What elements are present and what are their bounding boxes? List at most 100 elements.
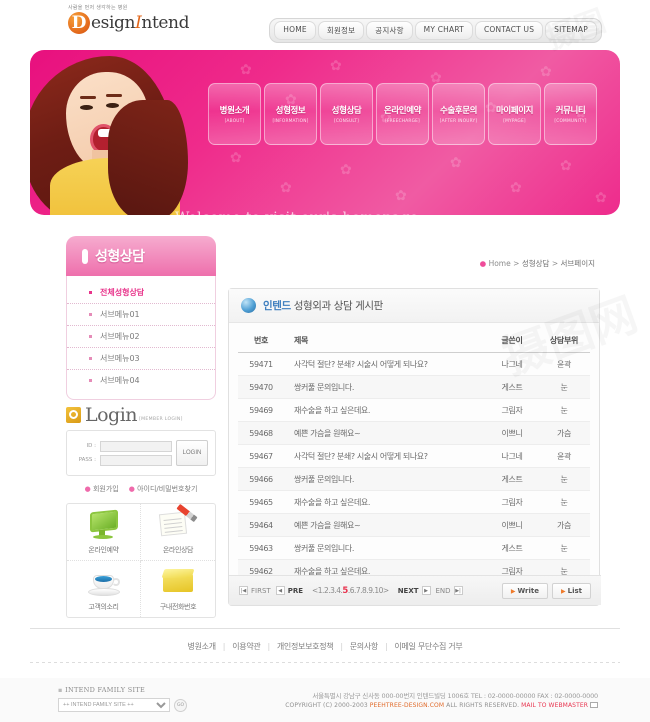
copyright-prefix: COPYRIGHT (C) 2000-2003 <box>285 702 370 709</box>
card-box-icon <box>158 566 198 598</box>
sidebar-menu: 전체성형상담 서브메뉴01 서브메뉴02 서브메뉴03 서브메뉴04 <box>66 276 216 400</box>
family-site-select[interactable]: ++ INTEND FAMILY SITE ++ <box>58 698 170 712</box>
copyright-site[interactable]: PEEHTREE-DESIGN.COM <box>370 702 444 709</box>
table-row[interactable]: 59469 재수술을 하고 싶은데요. 그림자 눈 <box>238 398 590 422</box>
login-id-input[interactable] <box>100 440 172 452</box>
mainnav-item-reservation[interactable]: 온라인예약 [FREECHARGE] <box>376 83 429 145</box>
row-no: 59469 <box>238 398 284 422</box>
model-photo <box>30 50 215 215</box>
mainnav-item-consult[interactable]: 성형상담 [CONSULT] <box>320 83 373 145</box>
pagination: |◀ FIRST ◀ PRE <1.2.3.4.5.6.7.8.9.10> NE… <box>229 575 601 605</box>
family-site-title: ▪ INTEND FAMILY SITE <box>58 686 187 694</box>
mainnav-item-after-inquiry[interactable]: 수술후문의 [AFTER INOURY] <box>432 83 485 145</box>
mainnav-item-community[interactable]: 커뮤니티 [COMMUNITY] <box>544 83 597 145</box>
pagination-next[interactable]: NEXT ▶ <box>398 586 431 595</box>
row-no: 59464 <box>238 513 284 537</box>
login-password-input[interactable] <box>100 454 172 466</box>
row-title[interactable]: 쌍커풀 문의입니다. <box>284 467 486 491</box>
row-title[interactable]: 쌍커풀 문의입니다. <box>284 536 486 560</box>
mainnav-item-information[interactable]: 성형정보 [INFORMATION] <box>264 83 317 145</box>
login-id-label: ID : <box>86 443 96 449</box>
bullet-icon: ● <box>128 485 135 493</box>
table-row[interactable]: 59470 쌍커풀 문의입니다. 게스트 눈 <box>238 375 590 399</box>
topnav-item-notice[interactable]: 공지사항 <box>366 21 413 40</box>
pagination-prev[interactable]: ◀ PRE <box>275 586 303 595</box>
family-site-go-button[interactable]: GO <box>174 698 187 712</box>
footer-link-about[interactable]: 병원소개 <box>188 642 217 651</box>
row-title[interactable]: 재수술을 하고 싶은데요. <box>284 398 486 422</box>
table-row[interactable]: 59463 쌍커풀 문의입니다. 게스트 눈 <box>238 536 590 560</box>
sidebar-item-submenu02[interactable]: 서브메뉴02 <box>67 326 215 348</box>
pagination-end[interactable]: END ▶| <box>436 586 463 595</box>
quick-item-online-reservation[interactable]: 온라인예약 <box>67 504 141 561</box>
row-title[interactable]: 재수술을 하고 싶은데요. <box>284 490 486 514</box>
pagination-first[interactable]: |◀ FIRST <box>239 586 271 595</box>
row-title[interactable]: 사각턱 절단? 분쇄? 시술시 어떻게 되나요? <box>284 352 486 376</box>
mainnav-label-ko: 병원소개 <box>219 106 250 116</box>
prev-page-icon: ◀ <box>275 586 285 595</box>
row-writer: 나그네 <box>486 444 538 468</box>
row-title[interactable]: 예쁜 가슴을 원해요~ <box>284 421 486 445</box>
footer-link-no-email[interactable]: 이메일 무단수집 거부 <box>394 642 462 651</box>
join-link[interactable]: ● 회원가입 <box>85 484 119 494</box>
sidebar-item-all-consult[interactable]: 전체성형상담 <box>67 282 215 304</box>
mainnav-item-mypage[interactable]: 마이페이지 [MYPAGE] <box>488 83 541 145</box>
row-area: 눈 <box>538 536 590 560</box>
family-site-title-label: INTEND FAMILY SITE <box>65 686 146 694</box>
quick-item-phone-directory[interactable]: 구내전화번호 <box>141 561 215 618</box>
logo-area[interactable]: 사람을 먼저 생각하는 병원 D esignIntend <box>68 4 189 34</box>
table-row[interactable]: 59465 재수술을 하고 싶은데요. 그림자 눈 <box>238 490 590 514</box>
footer-copyright: COPYRIGHT (C) 2000-2003 PEEHTREE-DESIGN.… <box>285 702 598 709</box>
list-button[interactable]: ▶ List <box>552 582 591 599</box>
board-header: 인텐드 성형외과 상담 게시판 <box>229 289 599 323</box>
pagination-numbers[interactable]: <1.2.3.4.5.6.7.8.9.10> <box>312 586 389 596</box>
list-button-label: List <box>567 586 582 595</box>
sidebar-item-submenu01[interactable]: 서브메뉴01 <box>67 304 215 326</box>
find-link-label: 아이디/비밀번호찾기 <box>137 485 198 493</box>
mail-to-webmaster-link[interactable]: MAIL TO WEBMASTER <box>521 702 588 709</box>
footer-link-privacy[interactable]: 개인정보보호정책 <box>277 642 334 651</box>
board-title: 인텐드 성형외과 상담 게시판 <box>263 298 383 313</box>
row-no: 59468 <box>238 421 284 445</box>
sidebar-item-submenu04[interactable]: 서브메뉴04 <box>67 370 215 391</box>
mainnav-label-ko: 수술후문의 <box>439 106 478 116</box>
table-row[interactable]: 59464 예쁜 가슴을 원해요~ 이쁘니 가슴 <box>238 513 590 537</box>
topnav-item-contact-us[interactable]: CONTACT US <box>474 21 544 40</box>
separator: | <box>267 642 270 651</box>
footer-link-inquiry[interactable]: 문의사항 <box>350 642 379 651</box>
brand-logo[interactable]: D esignIntend <box>68 12 189 34</box>
sidebar-item-submenu03[interactable]: 서브메뉴03 <box>67 348 215 370</box>
quick-item-online-consult[interactable]: 온라인상담 <box>141 503 215 561</box>
row-title[interactable]: 쌍커풀 문의입니다. <box>284 375 486 399</box>
table-row[interactable]: 59471 사각턱 절단? 분쇄? 시술시 어떻게 되나요? 나그네 윤곽 <box>238 352 590 376</box>
pagination-first-label: FIRST <box>251 586 271 595</box>
quick-item-customer-voice[interactable]: 고객의소리 <box>67 560 141 617</box>
write-button[interactable]: ▶ Write <box>501 582 548 599</box>
login-title: Login <box>85 404 138 426</box>
mainnav-label-en: [ABOUT] <box>224 119 245 124</box>
bullet-icon <box>89 357 92 360</box>
table-row[interactable]: 59467 사각턱 절단? 분쇄? 시술시 어떻게 되나요? 나그네 윤곽 <box>238 444 590 468</box>
topnav-item-home[interactable]: HOME <box>274 21 316 40</box>
row-area: 윤곽 <box>538 444 590 468</box>
row-area: 눈 <box>538 375 590 399</box>
breadcrumb-home[interactable]: Home <box>489 259 511 268</box>
table-row[interactable]: 59468 예쁜 가슴을 원해요~ 이쁘니 가슴 <box>238 421 590 445</box>
mainnav-item-about[interactable]: 병원소개 [ABOUT] <box>208 83 261 145</box>
table-row[interactable]: 59466 쌍커풀 문의입니다. 게스트 눈 <box>238 467 590 491</box>
topnav-item-my-chart[interactable]: MY CHART <box>414 21 473 40</box>
board-title-rest: 성형외과 상담 게시판 <box>290 300 384 312</box>
topnav-item-sitemap[interactable]: SITEMAP <box>545 21 597 40</box>
topnav-item-member-info[interactable]: 회원정보 <box>317 21 365 40</box>
breadcrumb-level2[interactable]: 성형상담 <box>522 259 550 268</box>
row-title[interactable]: 예쁜 가슴을 원해요~ <box>284 513 486 537</box>
mainnav-label-ko: 마이페이지 <box>495 106 534 116</box>
row-title[interactable]: 사각턱 절단? 분쇄? 시술시 어떻게 되나요? <box>284 444 486 468</box>
login-submit-button[interactable]: LOGIN <box>176 440 208 466</box>
sidebar-item-label: 서브메뉴04 <box>100 376 140 385</box>
find-id-password-link[interactable]: ● 아이디/비밀번호찾기 <box>129 484 198 494</box>
footer-navigation: 병원소개 | 이용약관 | 개인정보보호정책 | 문의사항 | 이메일 무단수집 거부 <box>0 641 650 652</box>
footer-link-terms[interactable]: 이용약관 <box>232 642 261 651</box>
login-links: ● 회원가입 ● 아이디/비밀번호찾기 <box>66 484 216 494</box>
column-header-writer: 글쓴이 <box>486 329 538 353</box>
